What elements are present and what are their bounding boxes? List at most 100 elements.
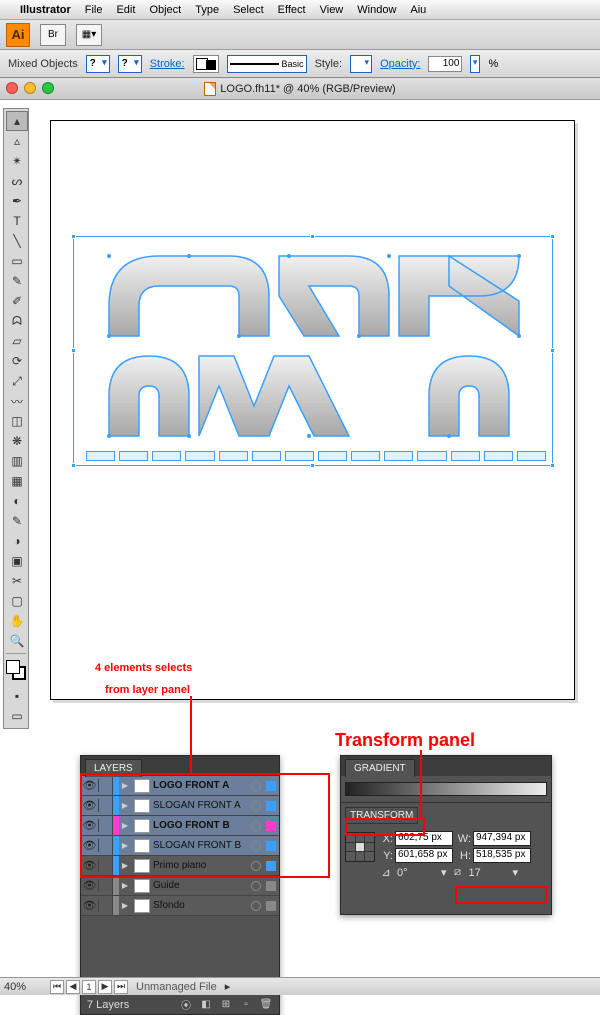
mesh-tool-icon[interactable]: ▦ [6,471,28,491]
blob-brush-tool-icon[interactable]: ᗣ [6,311,28,331]
h-input[interactable]: 518,535 px [473,848,531,863]
layer-row[interactable]: 👁 ▶ Guide [81,876,279,896]
opacity-dropdown[interactable] [470,55,480,73]
menu-object[interactable]: Object [149,4,181,16]
minimize-icon[interactable] [24,82,36,94]
lock-cell[interactable] [99,856,113,875]
layer-name[interactable]: SLOGAN FRONT A [153,800,249,811]
bridge-icon[interactable]: Br [40,24,66,46]
file-status[interactable]: Unmanaged File [136,981,217,993]
locate-object-icon[interactable]: ⦿ [179,998,193,1012]
layer-name[interactable]: SLOGAN FRONT B [153,840,249,851]
visibility-icon[interactable]: 👁 [81,799,99,812]
lock-cell[interactable] [99,876,113,895]
stroke-link[interactable]: Stroke: [150,58,185,70]
target-icon[interactable] [251,821,261,831]
target-icon[interactable] [251,901,261,911]
layer-name[interactable]: Guide [153,880,249,891]
artboard-nav[interactable]: ⏮ ◀ 1 ▶ ⏭ [50,980,128,994]
stroke-weight-dropdown[interactable] [193,55,219,73]
close-icon[interactable] [6,82,18,94]
lasso-tool-icon[interactable]: ᔕ [6,171,28,191]
layer-row[interactable]: 👁 ▶ Primo piano [81,856,279,876]
next-icon[interactable]: ▶ [98,980,112,994]
pen-tool-icon[interactable]: ✒ [6,191,28,211]
layers-tab[interactable]: LAYERS [85,759,142,777]
blend-tool-icon[interactable]: ◑ [6,531,28,551]
shear-input[interactable]: 17 [469,867,509,879]
eraser-tool-icon[interactable]: ▱ [6,331,28,351]
free-transform-tool-icon[interactable]: ◫ [6,411,28,431]
magic-wand-tool-icon[interactable]: ✴ [6,151,28,171]
selection-bounding-box[interactable] [73,236,553,466]
live-paint-tool-icon[interactable]: ▣ [6,551,28,571]
delete-layer-icon[interactable]: 🗑 [259,998,273,1012]
make-clipping-mask-icon[interactable]: ◧ [199,998,213,1012]
visibility-icon[interactable]: 👁 [81,859,99,872]
direct-selection-tool-icon[interactable]: ▵ [6,131,28,151]
artboard[interactable] [50,120,575,700]
disclosure-icon[interactable]: ▶ [119,841,131,850]
brush-dropdown[interactable]: Basic [227,55,307,73]
menu-select[interactable]: Select [233,4,264,16]
layer-row[interactable]: 👁▶Sfondo [81,896,279,916]
slice-tool-icon[interactable]: ✂ [6,571,28,591]
reference-point-selector[interactable] [345,832,375,862]
target-icon[interactable] [251,841,261,851]
menu-edit[interactable]: Edit [116,4,135,16]
scale-tool-icon[interactable]: ⤢ [6,371,28,391]
target-icon[interactable] [251,781,261,791]
target-icon[interactable] [251,881,261,891]
stroke-dropdown[interactable]: ? [118,55,142,73]
visibility-icon[interactable]: 👁 [81,819,99,832]
screen-mode-icon[interactable]: ▭ [6,706,28,726]
transform-tab[interactable]: TRANSFORM [345,807,418,824]
first-icon[interactable]: ⏮ [50,980,64,994]
visibility-icon[interactable]: 👁 [81,839,99,852]
opacity-input[interactable] [428,56,462,72]
fill-dropdown[interactable]: ? [86,55,110,73]
y-input[interactable]: 601,658 px [395,848,453,863]
gradient-transform-panel[interactable]: GRADIENT TRANSFORM X:602,75 px Y:601,658… [340,755,552,915]
hand-tool-icon[interactable]: ✋ [6,611,28,631]
layer-row[interactable]: 👁▶LOGO FRONT A [81,776,279,796]
zoom-value[interactable]: 40% [4,981,42,993]
page-input[interactable]: 1 [82,980,96,994]
menu-help[interactable]: Aiu [410,4,426,16]
warp-tool-icon[interactable]: 〰 [6,391,28,411]
target-icon[interactable] [251,801,261,811]
disclosure-icon[interactable]: ▶ [119,901,131,910]
visibility-icon[interactable]: 👁 [81,879,99,892]
gradient-slider[interactable] [345,782,547,796]
rotate-tool-icon[interactable]: ⟳ [6,351,28,371]
disclosure-icon[interactable]: ▶ [119,781,131,790]
pencil-tool-icon[interactable]: ✐ [6,291,28,311]
eyedropper-tool-icon[interactable]: ✎ [6,511,28,531]
layer-row[interactable]: 👁▶LOGO FRONT B [81,816,279,836]
visibility-icon[interactable]: 👁 [81,779,99,792]
layer-name[interactable]: Primo piano [153,860,249,871]
paintbrush-tool-icon[interactable]: ✎ [6,271,28,291]
lock-cell[interactable] [99,796,113,815]
type-tool-icon[interactable]: T [6,211,28,231]
last-icon[interactable]: ⏭ [114,980,128,994]
disclosure-icon[interactable]: ▶ [119,881,131,890]
artboard-tool-icon[interactable]: ▢ [6,591,28,611]
menu-type[interactable]: Type [195,4,219,16]
fill-stroke-icon[interactable] [6,660,28,682]
shear-dropdown[interactable]: ▾ [513,866,519,879]
w-input[interactable]: 947,394 px [473,831,531,846]
rotate-dropdown[interactable]: ▾ [441,866,447,879]
new-layer-icon[interactable]: ▫ [239,998,253,1012]
gradient-tab[interactable]: GRADIENT [345,759,415,777]
target-icon[interactable] [251,861,261,871]
layer-row[interactable]: 👁▶SLOGAN FRONT A [81,796,279,816]
opacity-link[interactable]: Opacity: [380,58,420,70]
menu-effect[interactable]: Effect [278,4,306,16]
visibility-icon[interactable]: 👁 [81,899,99,912]
style-dropdown[interactable] [350,55,372,73]
menu-file[interactable]: File [85,4,103,16]
layer-name[interactable]: LOGO FRONT B [153,820,249,831]
layer-row[interactable]: 👁 ▶ SLOGAN FRONT B [81,836,279,856]
disclosure-icon[interactable]: ▶ [119,861,131,870]
